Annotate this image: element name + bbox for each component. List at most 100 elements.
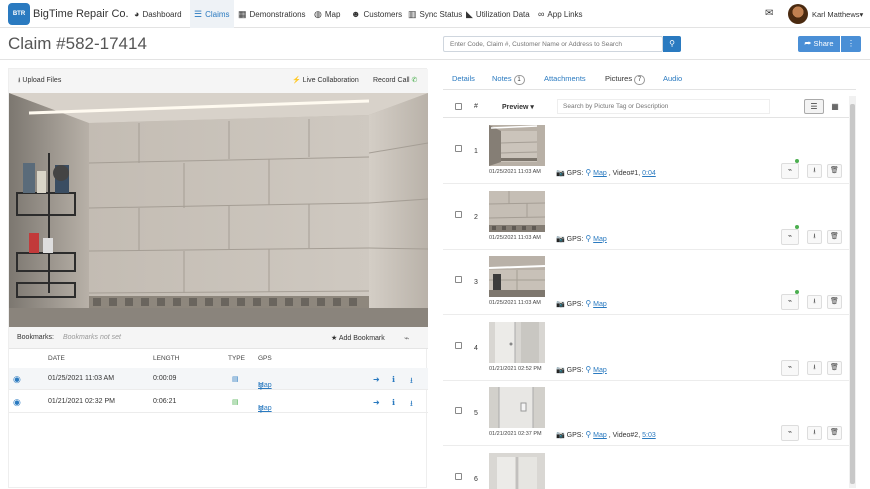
download-button[interactable]: ⭳ bbox=[807, 360, 822, 375]
grid-icon: ▦ bbox=[831, 102, 839, 111]
picture-number: 4 bbox=[474, 344, 478, 352]
delete-button[interactable]: 🗑 bbox=[827, 426, 842, 440]
picture-thumbnail[interactable] bbox=[489, 321, 545, 363]
picture-row[interactable]: 3 01/25/2021 11:03 AM 📷 GPS: ⚲ Map ⌁ ⭳ 🗑 bbox=[443, 250, 849, 315]
download-button[interactable]: ⭳ bbox=[807, 295, 822, 309]
nav-utilization-data[interactable]: ◣ Utilization Data bbox=[466, 0, 530, 28]
play-icon[interactable]: ◉ bbox=[13, 397, 21, 408]
tag-button[interactable]: ⌁ bbox=[781, 228, 799, 245]
picture-row[interactable]: 1 01/25/2021 11:03 AM 📷 GPS: ⚲ Map , Video… bbox=[443, 119, 849, 184]
users-icon: ☻ bbox=[351, 9, 361, 19]
picture-date: 01/21/2021 02:37 PM bbox=[489, 431, 542, 437]
tab-audio[interactable]: Audio bbox=[663, 74, 682, 83]
download-button[interactable]: ⭳ bbox=[807, 229, 822, 244]
row-checkbox[interactable] bbox=[455, 472, 462, 480]
user-menu[interactable]: Karl Matthews▾ bbox=[812, 10, 863, 19]
recording-date: 01/21/2021 02:32 PM bbox=[48, 398, 115, 405]
open-arrow-icon[interactable]: ➜ bbox=[373, 375, 380, 384]
list-view-toggle[interactable]: ☰ bbox=[804, 99, 824, 114]
brand-logo[interactable]: BTR bbox=[8, 3, 30, 25]
info-icon[interactable]: ℹ bbox=[392, 375, 395, 384]
record-call-button[interactable]: Record Call ✆ bbox=[373, 76, 417, 84]
row-checkbox[interactable] bbox=[455, 407, 462, 414]
add-bookmark-button[interactable]: ★ Add Bookmark bbox=[331, 334, 385, 342]
delete-button[interactable]: 🗑 bbox=[827, 229, 842, 244]
search-input[interactable] bbox=[443, 36, 663, 52]
table-row[interactable]: ◉ 01/25/2021 11:03 AM 0:00:09 ▤ ⚲ Map ➜ ℹ… bbox=[9, 368, 428, 391]
upload-files-button[interactable]: ⭳ Upload Files bbox=[18, 76, 61, 87]
download-button[interactable]: ⭳ bbox=[807, 164, 822, 178]
share-icon: ⮫ bbox=[804, 39, 812, 48]
live-collaboration-button[interactable]: ⚡ Live Collaboration bbox=[292, 76, 359, 84]
picture-row[interactable]: 6 bbox=[443, 447, 849, 489]
picture-date: 01/25/2021 11:03 AM bbox=[489, 234, 541, 241]
map-link[interactable]: ⚲ Map bbox=[585, 168, 606, 177]
picture-date: 01/21/2021 02:52 PM bbox=[489, 365, 542, 372]
picture-thumbnail[interactable] bbox=[489, 387, 545, 428]
picture-number: 6 bbox=[474, 475, 478, 483]
picture-thumbnail[interactable] bbox=[489, 452, 545, 489]
video-time-link[interactable]: 5:03 bbox=[642, 432, 656, 439]
nav-sync-status[interactable]: ▥ Sync Status bbox=[408, 0, 462, 28]
map-link[interactable]: ⚲ Map bbox=[585, 430, 606, 439]
row-checkbox[interactable] bbox=[455, 145, 462, 152]
media-preview-image[interactable] bbox=[9, 93, 428, 327]
grid-view-toggle[interactable]: ▦ bbox=[827, 99, 843, 114]
map-link[interactable]: ⚲ Map bbox=[585, 365, 606, 374]
nav-app-links[interactable]: ∞ App Links bbox=[538, 0, 583, 28]
map-link[interactable]: ⚲ Map bbox=[585, 299, 606, 308]
table-row[interactable]: ◉ 01/21/2021 02:32 PM 0:06:21 ▤ ⚲ Map ➜ ℹ… bbox=[9, 391, 428, 414]
tag-button[interactable]: ⌁ bbox=[781, 359, 799, 376]
download-icon[interactable]: ⭳ bbox=[410, 398, 413, 412]
play-icon[interactable]: ◉ bbox=[13, 374, 21, 385]
nav-dashboard[interactable]: ◕ Dashboard bbox=[134, 0, 182, 28]
tab-notes[interactable]: Notes 1 bbox=[492, 74, 525, 85]
brand-name[interactable]: BigTime Repair Co. bbox=[33, 8, 129, 20]
user-name: Karl Matthews bbox=[812, 10, 860, 19]
tag-button[interactable]: ⌁ bbox=[781, 163, 799, 179]
scroll-thumb[interactable] bbox=[850, 104, 855, 484]
picture-thumbnail[interactable] bbox=[489, 190, 545, 232]
mail-icon[interactable]: ✉ bbox=[765, 8, 773, 19]
picture-thumbnail[interactable] bbox=[489, 256, 545, 297]
scrollbar[interactable] bbox=[849, 96, 856, 488]
map-link[interactable]: ⚲ Map bbox=[585, 234, 606, 243]
download-icon[interactable]: ⭳ bbox=[410, 375, 413, 389]
open-arrow-icon[interactable]: ➜ bbox=[373, 398, 380, 407]
delete-button[interactable]: 🗑 bbox=[827, 164, 842, 178]
pictures-count-badge: 7 bbox=[634, 75, 646, 85]
nav-map[interactable]: ◍ Map bbox=[314, 0, 340, 28]
nav-claims[interactable]: ☰ Claims bbox=[190, 0, 234, 28]
share-button[interactable]: ⮫ Share bbox=[798, 36, 840, 52]
video-time-link[interactable]: 0:04 bbox=[642, 170, 656, 177]
row-checkbox[interactable] bbox=[455, 210, 462, 218]
select-all-checkbox[interactable] bbox=[455, 103, 462, 110]
download-icon: ⭳ bbox=[813, 298, 816, 305]
tab-details[interactable]: Details bbox=[452, 74, 475, 83]
nav-customers[interactable]: ☻ Customers bbox=[351, 0, 402, 28]
picture-search-input[interactable] bbox=[557, 99, 770, 114]
row-checkbox[interactable] bbox=[455, 341, 462, 349]
download-icon: ⭳ bbox=[813, 232, 816, 240]
download-icon: ⭳ bbox=[813, 429, 816, 436]
more-options-button[interactable]: ⋮ bbox=[841, 36, 861, 52]
delete-button[interactable]: 🗑 bbox=[827, 295, 842, 309]
tab-pictures[interactable]: Pictures 7 bbox=[605, 74, 646, 85]
picture-row[interactable]: 5 01/21/2021 02:37 PM 📷 GPS: ⚲ Map , Video… bbox=[443, 381, 849, 446]
avatar[interactable] bbox=[788, 4, 808, 24]
picture-row[interactable]: 2 01/25/2021 11:03 AM 📷 GPS: ⚲ Map ⌁ ⭳ 🗑 bbox=[443, 185, 849, 250]
picture-row[interactable]: 4 01/21/2021 02:52 PM 📷 GPS: ⚲ Map ⌁ ⭳ 🗑 bbox=[443, 316, 849, 381]
preview-dropdown[interactable]: Preview ▾ bbox=[502, 103, 534, 111]
nav-demonstrations[interactable]: ▦ Demonstrations bbox=[238, 0, 306, 28]
row-checkbox[interactable] bbox=[455, 276, 462, 283]
tab-attachments[interactable]: Attachments bbox=[544, 74, 586, 83]
info-icon[interactable]: ℹ bbox=[392, 398, 395, 407]
paperclip-icon[interactable]: ⌁ bbox=[404, 333, 409, 344]
trash-icon: 🗑 bbox=[830, 167, 839, 174]
download-button[interactable]: ⭳ bbox=[807, 426, 822, 440]
delete-button[interactable]: 🗑 bbox=[827, 360, 842, 375]
search-button[interactable]: ⚲ bbox=[663, 36, 681, 52]
tag-button[interactable]: ⌁ bbox=[781, 294, 799, 310]
tag-button[interactable]: ⌁ bbox=[781, 425, 799, 441]
picture-thumbnail[interactable] bbox=[489, 125, 545, 166]
